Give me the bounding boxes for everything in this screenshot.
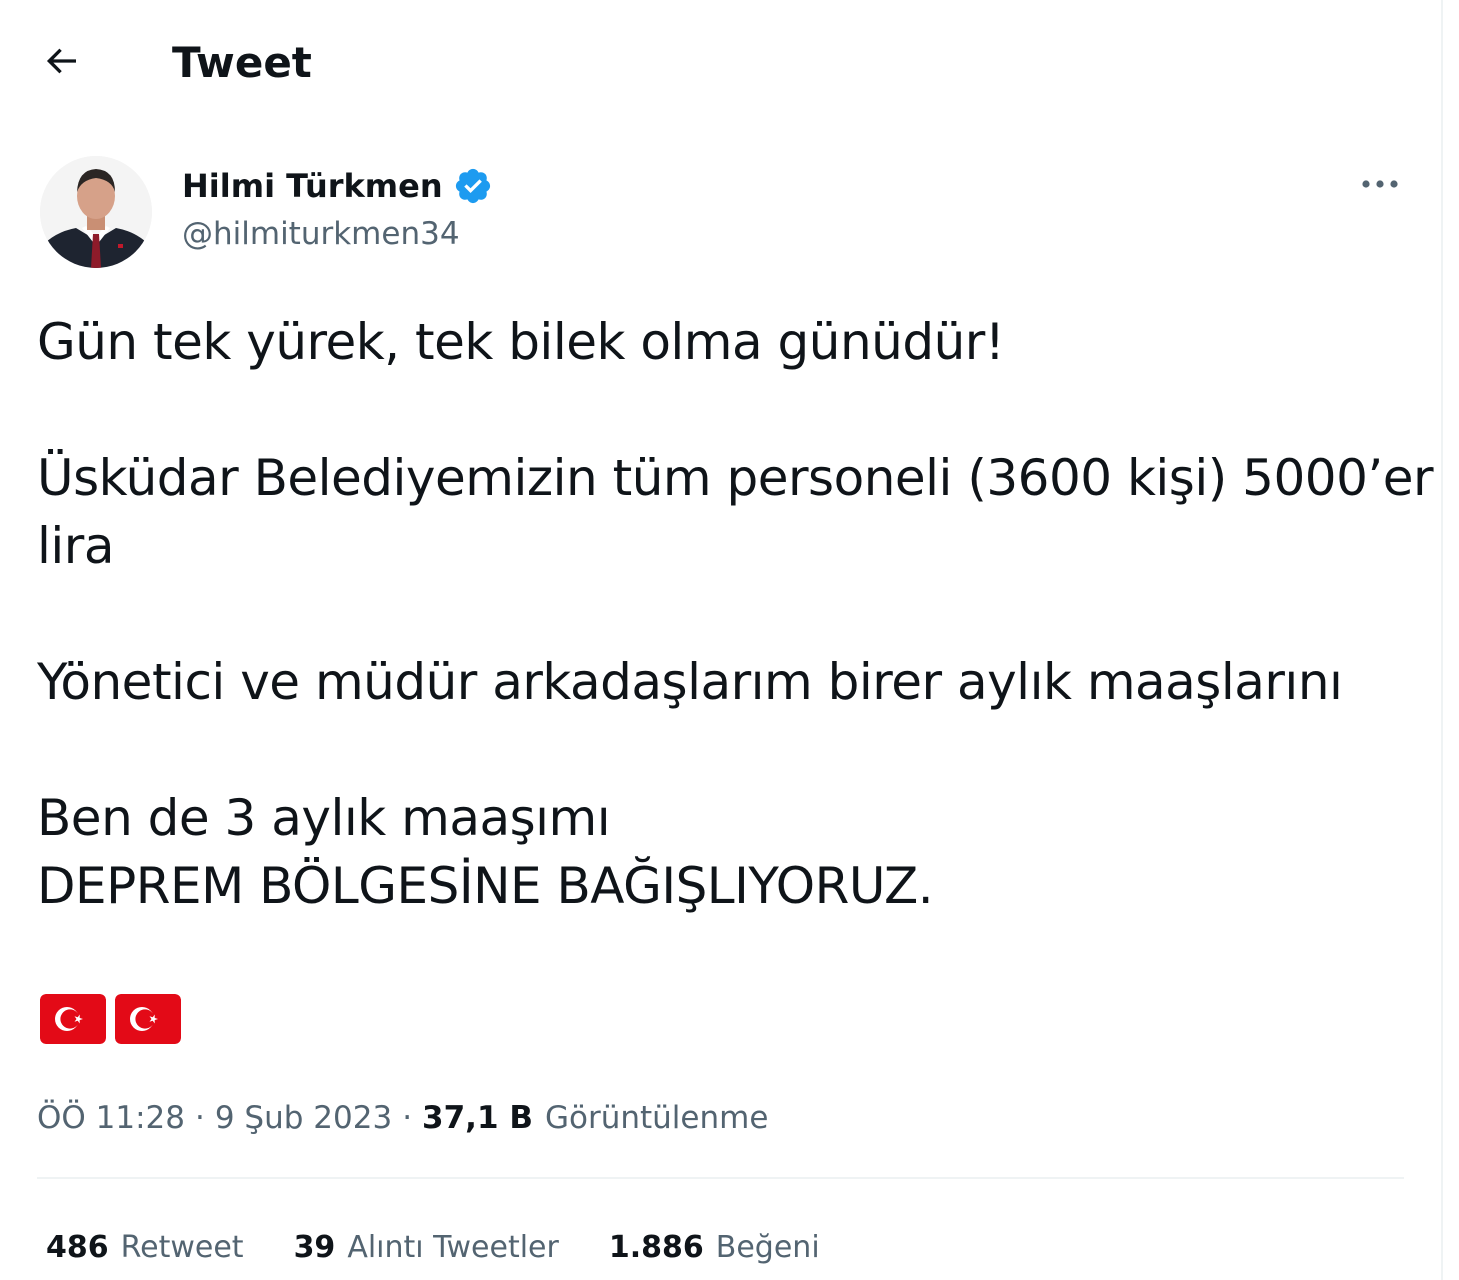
turkish-flag-icon [40,994,106,1044]
retweets-count: 486 [46,1229,109,1265]
tweet-line: DEPREM BÖLGESİNE BAĞIŞLIYORUZ. [37,857,934,915]
meta-separator: · [402,1100,413,1136]
tweet-line: Ben de 3 aylık maaşımı [37,789,611,847]
author-name[interactable]: Hilmi Türkmen [182,164,443,208]
turkish-flag-icon [115,994,181,1044]
tweet-time[interactable]: ÖÖ 11:28 [37,1093,185,1143]
retweets-label: Retweet [120,1229,244,1265]
tweet-stats: 486 Retweet 39 Alıntı Tweetler 1.886 Beğ… [46,1224,870,1270]
tweet-meta: ÖÖ 11:28 · 9 Şub 2023 · 37,1 B Görüntüle… [37,1093,768,1143]
emoji-row [40,994,181,1044]
views-count: 37,1 B [422,1100,533,1136]
divider [37,1177,1404,1179]
likes-count: 1.886 [608,1229,704,1265]
quotes-label: Alıntı Tweetler [347,1229,559,1265]
retweets-stat[interactable]: 486 Retweet [46,1230,244,1265]
column-border [1441,0,1443,1280]
quotes-count: 39 [293,1229,336,1265]
more-dots-icon [1360,175,1400,194]
likes-label: Beğeni [715,1229,820,1265]
likes-stat[interactable]: 1.886 Beğeni [609,1230,820,1265]
tweet-date[interactable]: 9 Şub 2023 [215,1093,392,1143]
tweet-line: Yönetici ve müdür arkadaşlarım birer ayl… [37,653,1343,711]
tweet-line: lira [37,517,114,575]
verified-badge-icon [453,166,493,206]
tweet-line: Üsküdar Belediyemizin tüm personeli (360… [37,449,1434,507]
author-name-row: Hilmi Türkmen [182,164,493,208]
meta-separator: · [195,1100,205,1136]
page-title: Tweet [172,38,312,87]
author-handle[interactable]: @hilmiturkmen34 [182,212,460,256]
page-header: Tweet [0,0,1441,125]
back-button[interactable] [30,32,92,94]
views-label: Görüntülenme [544,1100,769,1136]
more-options-button[interactable] [1352,160,1408,208]
quotes-stat[interactable]: 39 Alıntı Tweetler [294,1230,559,1265]
tweet-line: Gün tek yürek, tek bilek olma günüdür! [37,313,1005,371]
avatar[interactable] [40,156,152,268]
arrow-left-icon [41,41,81,85]
